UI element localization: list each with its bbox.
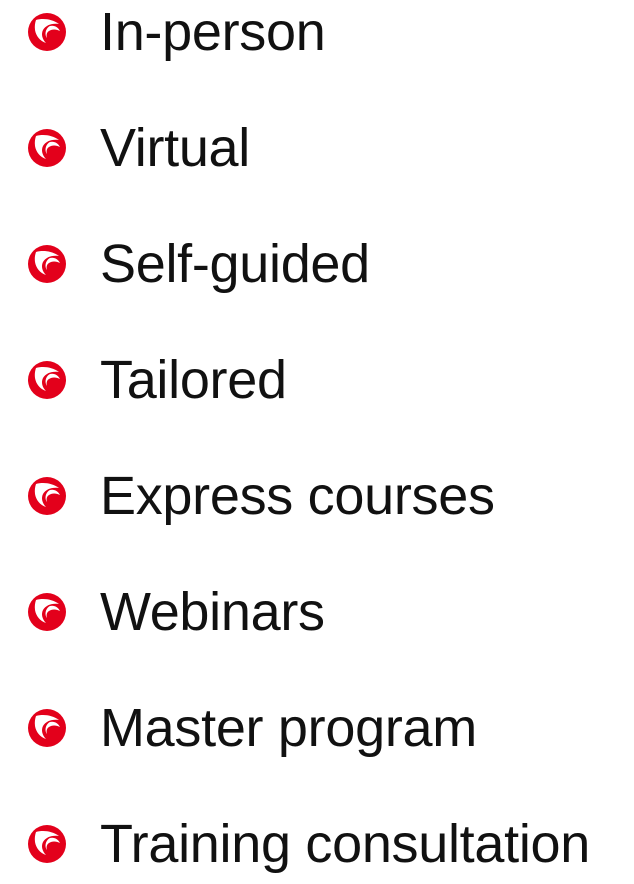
list-item-label: Self-guided (100, 234, 370, 294)
list-item: Master program (0, 688, 634, 768)
list-item: Training consultation (0, 804, 634, 884)
red-circle-swirl-icon (25, 822, 69, 866)
list-item-label: Master program (100, 698, 477, 758)
red-circle-swirl-icon (25, 474, 69, 518)
list-item-label: Express courses (100, 466, 495, 526)
red-circle-swirl-icon (25, 706, 69, 750)
list-item: Self-guided (0, 224, 634, 304)
list-item: In-person (0, 0, 634, 72)
list-item: Webinars (0, 572, 634, 652)
list-item-label: Tailored (100, 350, 287, 410)
list-item-label: Webinars (100, 582, 325, 642)
list-item: Virtual (0, 108, 634, 188)
red-circle-swirl-icon (25, 10, 69, 54)
list-item: Express courses (0, 456, 634, 536)
red-circle-swirl-icon (25, 126, 69, 170)
red-circle-swirl-icon (25, 242, 69, 286)
list-item: Tailored (0, 340, 634, 420)
red-circle-swirl-icon (25, 358, 69, 402)
red-circle-swirl-icon (25, 590, 69, 634)
list-item-label: Virtual (100, 118, 250, 178)
training-format-list: In-person Virtual Self-guided Tailored E… (0, 0, 634, 876)
list-item-label: In-person (100, 2, 326, 62)
list-item-label: Training consultation (100, 814, 590, 874)
